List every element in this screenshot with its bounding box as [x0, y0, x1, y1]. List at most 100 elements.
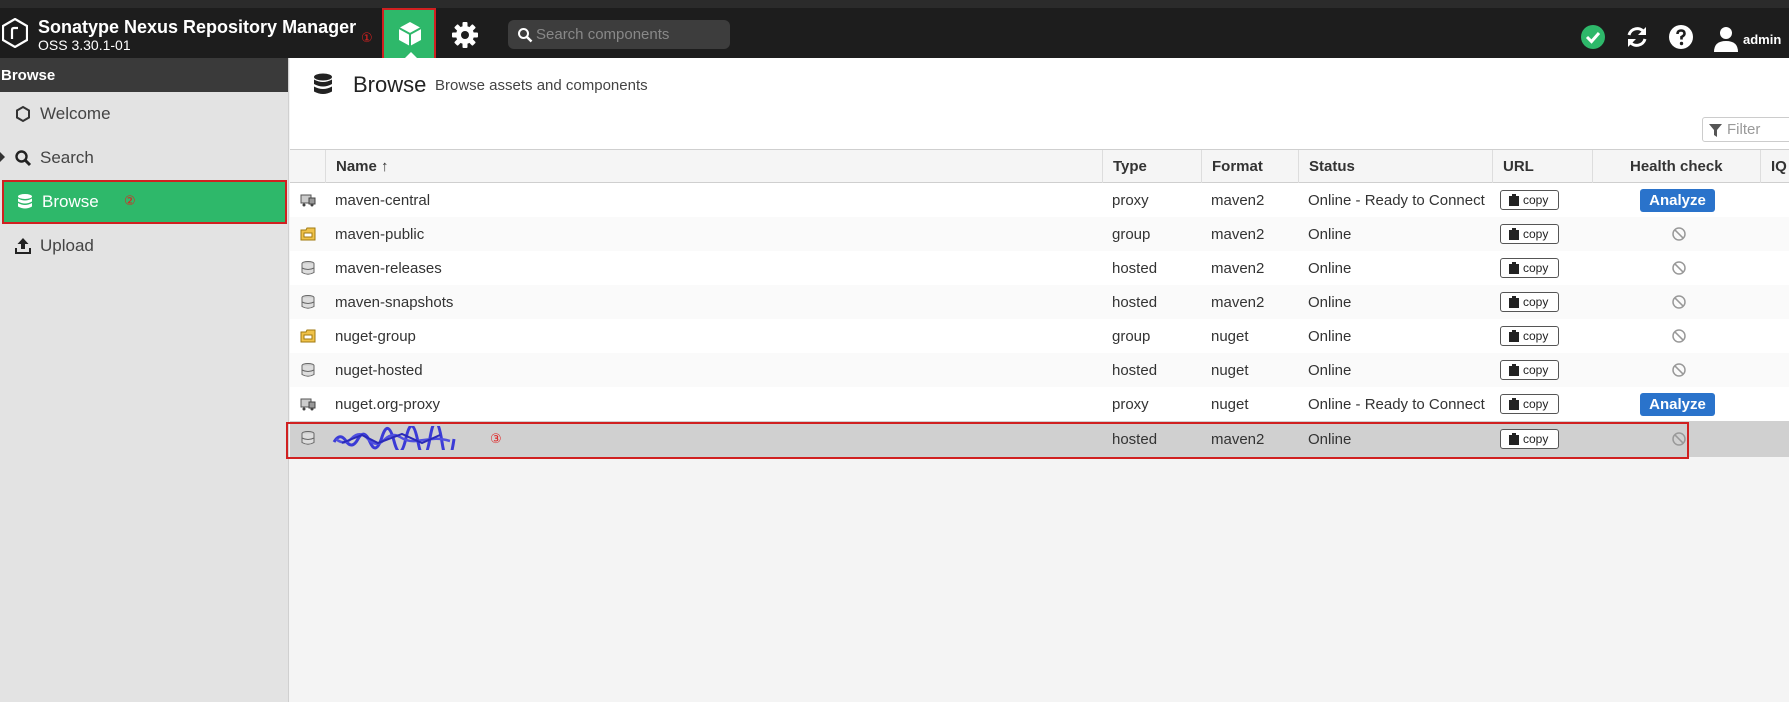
sidebar-item-label: Search — [40, 148, 94, 167]
clipboard-icon — [1509, 398, 1519, 410]
repository-name[interactable]: maven-snapshots — [335, 294, 453, 311]
column-header-health-check[interactable]: Health check — [1592, 150, 1760, 183]
repository-status: Online — [1308, 328, 1352, 345]
annotation-highlight-box — [286, 422, 1689, 459]
cube-icon — [398, 22, 422, 46]
page-title: Browse — [353, 72, 427, 97]
table-row[interactable]: maven-snapshots hosted maven2 Online cop… — [290, 285, 1789, 319]
not-available-icon — [1672, 295, 1686, 309]
table-header: Name ↑ Type Format Status URL Health che… — [290, 149, 1789, 183]
sidebar-item-browse[interactable]: Browse ② — [2, 180, 287, 224]
clipboard-icon — [1509, 228, 1519, 240]
repository-name[interactable]: maven-public — [335, 226, 424, 243]
sidebar-item-label: Browse — [42, 192, 99, 211]
column-header-iq[interactable]: IQ — [1760, 150, 1789, 183]
repository-format: maven2 — [1211, 294, 1265, 311]
copy-url-button[interactable]: copy — [1500, 292, 1559, 312]
repositories-table: Name ↑ Type Format Status URL Health che… — [286, 149, 1789, 459]
repository-status: Online - Ready to Connect — [1308, 396, 1485, 413]
repository-type: group — [1112, 328, 1151, 345]
refresh-icon[interactable] — [1624, 24, 1650, 50]
repository-name[interactable]: maven-central — [335, 192, 430, 209]
repository-type: proxy — [1112, 396, 1149, 413]
sidebar-item-upload[interactable]: Upload — [0, 224, 289, 268]
repository-status: Online — [1308, 260, 1352, 277]
filter-box[interactable] — [1702, 117, 1789, 142]
clipboard-icon — [1509, 262, 1519, 274]
repository-type: proxy — [1112, 192, 1149, 209]
browse-mode-button[interactable] — [382, 8, 436, 60]
column-header-name[interactable]: Name ↑ — [325, 150, 1102, 183]
expand-arrow-icon[interactable] — [0, 152, 5, 162]
repository-status: Online — [1308, 294, 1352, 311]
analyze-button[interactable]: Analyze — [1640, 189, 1715, 212]
repository-type: hosted — [1112, 362, 1158, 379]
analyze-button[interactable]: Analyze — [1640, 393, 1715, 416]
group-repository-icon — [300, 329, 316, 343]
status-ok-icon[interactable] — [1580, 24, 1606, 50]
copy-url-button[interactable]: copy — [1500, 394, 1559, 414]
database-icon — [18, 194, 32, 209]
clipboard-icon — [1509, 330, 1519, 342]
page-subtitle: Browse assets and components — [435, 77, 648, 94]
filter-icon — [1709, 124, 1722, 137]
repository-name[interactable]: maven-releases — [335, 260, 442, 277]
nexus-logo-icon — [2, 18, 28, 48]
repository-status: Online - Ready to Connect — [1308, 192, 1485, 209]
table-row[interactable]: nuget-hosted hosted nuget Online copy — [290, 353, 1789, 387]
not-available-icon — [1672, 363, 1686, 377]
repository-name[interactable]: nuget-group — [335, 328, 416, 345]
copy-url-button[interactable]: copy — [1500, 360, 1559, 380]
repository-status: Online — [1308, 362, 1352, 379]
sidebar: Browse Welcome Search Browse ② Upload — [0, 58, 289, 702]
clipboard-icon — [1509, 194, 1519, 206]
copy-url-button[interactable]: copy — [1500, 224, 1559, 244]
table-row-selected[interactable]: ③ hosted maven2 Online copy — [286, 421, 1789, 459]
not-available-icon — [1672, 329, 1686, 343]
repository-status: Online — [1308, 226, 1352, 243]
repository-format: maven2 — [1211, 226, 1265, 243]
user-icon[interactable] — [1713, 26, 1739, 52]
clipboard-icon — [1509, 364, 1519, 376]
repository-format: nuget — [1211, 328, 1249, 345]
repository-format: maven2 — [1211, 192, 1265, 209]
user-name[interactable]: admin — [1743, 32, 1781, 47]
help-icon[interactable] — [1668, 24, 1694, 50]
main-panel: Browse Browse assets and components Name… — [286, 58, 1789, 702]
clipboard-icon — [1509, 296, 1519, 308]
annotation-1: ① — [361, 30, 373, 45]
page-header: Browse Browse assets and components — [290, 58, 1789, 150]
search-icon — [518, 28, 533, 43]
copy-url-button[interactable]: copy — [1500, 258, 1559, 278]
table-row[interactable]: nuget-group group nuget Online copy — [290, 319, 1789, 353]
sidebar-header: Browse — [0, 58, 288, 92]
upload-icon — [15, 238, 31, 254]
sidebar-item-label: Upload — [40, 236, 94, 255]
table-row[interactable]: maven-public group maven2 Online copy — [290, 217, 1789, 251]
filter-input[interactable] — [1727, 121, 1789, 138]
column-header-type[interactable]: Type — [1102, 150, 1201, 183]
column-header-format[interactable]: Format — [1201, 150, 1298, 183]
group-repository-icon — [300, 227, 316, 241]
sidebar-item-search[interactable]: Search — [0, 136, 289, 180]
repository-name[interactable]: nuget-hosted — [335, 362, 423, 379]
app-version: OSS 3.30.1-01 — [38, 37, 131, 53]
table-row[interactable]: maven-central proxy maven2 Online - Read… — [290, 183, 1789, 217]
not-available-icon — [1672, 227, 1686, 241]
repository-type: hosted — [1112, 260, 1158, 277]
search-components-box[interactable] — [508, 20, 730, 49]
copy-url-button[interactable]: copy — [1500, 326, 1559, 346]
table-row[interactable]: nuget.org-proxy proxy nuget Online - Rea… — [290, 387, 1789, 421]
repository-type: hosted — [1112, 294, 1158, 311]
gear-icon[interactable] — [450, 20, 480, 50]
sidebar-item-welcome[interactable]: Welcome — [0, 92, 289, 136]
hosted-repository-icon — [301, 261, 315, 275]
app-title: Sonatype Nexus Repository Manager — [38, 17, 357, 37]
search-input[interactable] — [536, 24, 724, 45]
column-header-url[interactable]: URL — [1492, 150, 1592, 183]
table-row[interactable]: maven-releases hosted maven2 Online copy — [290, 251, 1789, 285]
repository-name[interactable]: nuget.org-proxy — [335, 396, 440, 413]
copy-url-button[interactable]: copy — [1500, 190, 1559, 210]
not-available-icon — [1672, 261, 1686, 275]
hosted-repository-icon — [301, 295, 315, 309]
